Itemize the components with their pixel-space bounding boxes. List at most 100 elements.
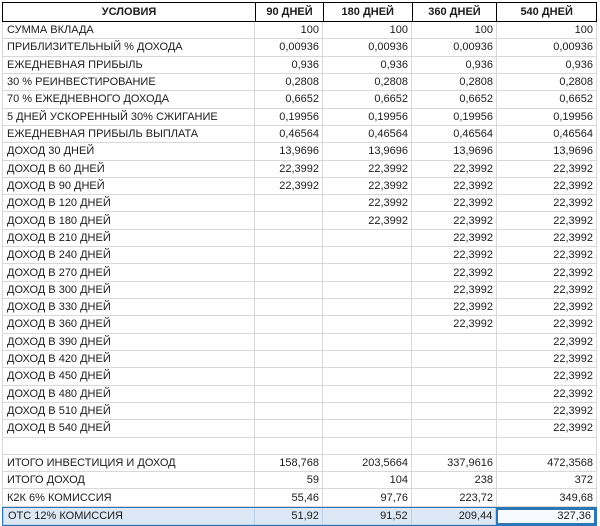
value-cell[interactable] (323, 282, 412, 299)
value-cell[interactable]: 0,6652 (412, 91, 497, 108)
value-cell[interactable]: 238 (412, 472, 497, 489)
value-cell[interactable]: 22,3992 (255, 161, 323, 178)
value-cell[interactable] (323, 386, 412, 403)
value-cell[interactable]: 22,3992 (412, 247, 497, 264)
value-cell[interactable]: 22,3992 (497, 178, 597, 195)
row-label-cell[interactable]: ДОХОД В 60 ДНЕЙ (2, 161, 255, 178)
value-cell[interactable]: 55,46 (255, 489, 323, 506)
value-cell[interactable] (323, 420, 412, 437)
value-cell[interactable] (255, 351, 323, 368)
value-cell[interactable]: 100 (497, 22, 597, 39)
value-cell[interactable]: 22,3992 (412, 212, 497, 229)
value-cell[interactable] (255, 438, 323, 455)
value-cell[interactable] (255, 299, 323, 316)
row-label-cell[interactable]: ДОХОД В 120 ДНЕЙ (2, 195, 255, 212)
row-label-cell[interactable]: ДОХОД В 390 ДНЕЙ (2, 334, 255, 351)
value-cell[interactable]: 59 (255, 472, 323, 489)
row-label-cell[interactable]: ДОХОД В 300 ДНЕЙ (2, 282, 255, 299)
value-cell[interactable]: 22,3992 (497, 420, 597, 437)
value-cell[interactable]: 22,3992 (497, 264, 597, 281)
value-cell[interactable]: 22,3992 (412, 161, 497, 178)
value-cell[interactable] (323, 299, 412, 316)
value-cell[interactable]: 22,3992 (497, 368, 597, 385)
value-cell[interactable] (323, 351, 412, 368)
row-label-cell[interactable]: ОТС 12% КОМИССИЯ (3, 508, 255, 525)
value-cell[interactable]: 0,19956 (323, 109, 412, 126)
value-cell[interactable]: 100 (323, 22, 412, 39)
header-cell-180-дней[interactable]: 180 ДНЕЙ (323, 3, 412, 21)
header-cell-540-дней[interactable]: 540 ДНЕЙ (496, 3, 596, 21)
value-cell[interactable]: 22,3992 (497, 282, 597, 299)
row-label-cell[interactable]: ДОХОД В 270 ДНЕЙ (2, 264, 255, 281)
value-cell[interactable]: 0,936 (412, 57, 497, 74)
row-label-cell[interactable]: ДОХОД В 330 ДНЕЙ (2, 299, 255, 316)
value-cell[interactable]: 22,3992 (412, 299, 497, 316)
row-label-cell[interactable]: 70 % ЕЖЕДНЕВНОГО ДОХОДА (2, 91, 255, 108)
row-label-cell[interactable]: ДОХОД В 360 ДНЕЙ (2, 316, 255, 333)
value-cell[interactable] (412, 438, 497, 455)
value-cell[interactable]: 22,3992 (497, 334, 597, 351)
value-cell[interactable]: 22,3992 (323, 212, 412, 229)
value-cell[interactable]: 51,92 (255, 508, 323, 525)
value-cell[interactable] (255, 386, 323, 403)
value-cell[interactable]: 0,2808 (323, 74, 412, 91)
value-cell[interactable]: 22,3992 (323, 195, 412, 212)
value-cell[interactable]: 22,3992 (323, 178, 412, 195)
value-cell[interactable]: 0,19956 (255, 109, 323, 126)
value-cell[interactable]: 0,2808 (412, 74, 497, 91)
header-cell-360-дней[interactable]: 360 ДНЕЙ (412, 3, 497, 21)
value-cell[interactable] (255, 195, 323, 212)
value-cell[interactable]: 97,76 (323, 489, 412, 506)
value-cell[interactable]: 0,6652 (497, 91, 597, 108)
value-cell[interactable] (255, 316, 323, 333)
value-cell[interactable] (323, 264, 412, 281)
row-label-cell[interactable]: ЕЖЕДНЕВНАЯ ПРИБЫЛЬ ВЫПЛАТА (2, 126, 255, 143)
value-cell[interactable]: 203,5664 (323, 455, 412, 472)
value-cell[interactable]: 13,9696 (497, 143, 597, 160)
row-label-cell[interactable]: К2К 6% КОМИССИЯ (2, 489, 255, 506)
value-cell[interactable]: 0,19956 (412, 109, 497, 126)
header-cell-90-дней[interactable]: 90 ДНЕЙ (255, 3, 323, 21)
value-cell[interactable]: 22,3992 (412, 316, 497, 333)
value-cell[interactable] (255, 403, 323, 420)
value-cell[interactable]: 22,3992 (255, 178, 323, 195)
value-cell[interactable]: 100 (255, 22, 323, 39)
value-cell[interactable]: 22,3992 (323, 161, 412, 178)
value-cell[interactable] (255, 420, 323, 437)
value-cell[interactable]: 22,3992 (497, 161, 597, 178)
value-cell[interactable] (255, 334, 323, 351)
value-cell[interactable]: 104 (323, 472, 412, 489)
value-cell[interactable] (323, 368, 412, 385)
value-cell[interactable]: 22,3992 (497, 403, 597, 420)
row-label-cell[interactable]: СУММА ВКЛАДА (2, 22, 255, 39)
row-label-cell[interactable]: ЕЖЕДНЕВНАЯ ПРИБЫЛЬ (2, 57, 255, 74)
row-label-cell[interactable]: ДОХОД В 420 ДНЕЙ (2, 351, 255, 368)
value-cell[interactable]: 0,19956 (497, 109, 597, 126)
row-label-cell[interactable]: ДОХОД В 210 ДНЕЙ (2, 230, 255, 247)
value-cell[interactable]: 372 (497, 472, 597, 489)
value-cell[interactable]: 0,2808 (255, 74, 323, 91)
value-cell[interactable]: 223,72 (412, 489, 497, 506)
value-cell[interactable] (255, 282, 323, 299)
value-cell[interactable]: 0,00936 (255, 39, 323, 56)
value-cell[interactable]: 349,68 (497, 489, 597, 506)
value-cell[interactable]: 22,3992 (412, 230, 497, 247)
row-label-cell[interactable]: 30 % РЕИНВЕСТИРОВАНИЕ (2, 74, 255, 91)
value-cell[interactable]: 13,9696 (412, 143, 497, 160)
value-cell[interactable]: 22,3992 (497, 212, 597, 229)
row-label-cell[interactable] (2, 438, 255, 455)
value-cell[interactable]: 472,3568 (497, 455, 597, 472)
value-cell[interactable] (323, 438, 412, 455)
value-cell[interactable]: 0,2808 (497, 74, 597, 91)
value-cell[interactable] (255, 368, 323, 385)
row-label-cell[interactable]: ДОХОД В 510 ДНЕЙ (2, 403, 255, 420)
value-cell[interactable] (323, 334, 412, 351)
value-cell[interactable]: 91,52 (323, 508, 412, 525)
value-cell[interactable]: 100 (412, 22, 497, 39)
value-cell[interactable]: 22,3992 (497, 247, 597, 264)
row-label-cell[interactable]: ДОХОД В 180 ДНЕЙ (2, 212, 255, 229)
value-cell[interactable] (412, 368, 497, 385)
row-label-cell[interactable]: ДОХОД 30 ДНЕЙ (2, 143, 255, 160)
row-label-cell[interactable]: ДОХОД В 240 ДНЕЙ (2, 247, 255, 264)
row-label-cell[interactable]: 5 ДНЕЙ УСКОРЕННЫЙ 30% СЖИГАНИЕ (2, 109, 255, 126)
